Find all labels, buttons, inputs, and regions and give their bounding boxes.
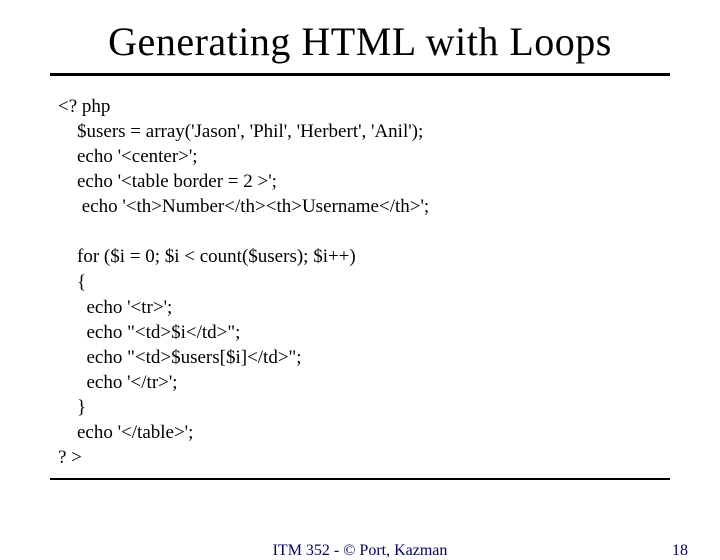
footer-text: ITM 352 - © Port, Kazman: [273, 542, 448, 560]
code-line: echo '<tr>';: [58, 297, 172, 318]
code-line: <? php: [58, 96, 110, 117]
code-line: {: [58, 272, 86, 293]
code-line: ? >: [58, 447, 82, 468]
code-line: echo "<td>$users[$i]</td>";: [58, 347, 302, 368]
code-line: }: [58, 397, 86, 418]
content-underline: [50, 478, 670, 480]
code-line: echo '</table>';: [58, 422, 193, 443]
page-number: 18: [672, 542, 688, 560]
slide-title: Generating HTML with Loops: [0, 18, 720, 65]
code-line: echo '<th>Number</th><th>Username</th>';: [58, 196, 429, 217]
title-underline: [50, 73, 670, 76]
code-line: $users = array('Jason', 'Phil', 'Herbert…: [58, 121, 423, 142]
code-line: echo '</tr>';: [58, 372, 178, 393]
code-line: echo '<center>';: [58, 146, 198, 167]
code-block: <? php $users = array('Jason', 'Phil', '…: [58, 94, 662, 470]
code-line: for ($i = 0; $i < count($users); $i++): [58, 246, 356, 267]
code-line: echo '<table border = 2 >';: [58, 171, 277, 192]
code-line: echo "<td>$i</td>";: [58, 322, 240, 343]
